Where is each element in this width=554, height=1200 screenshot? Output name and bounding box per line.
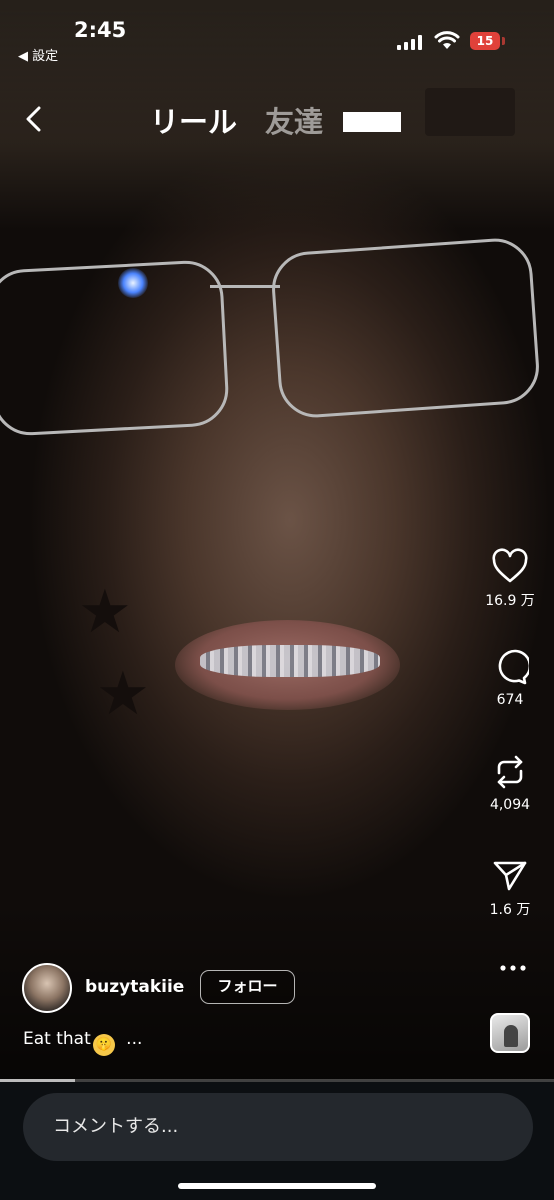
send-paper-plane-icon [493,861,527,891]
share-count: 1.6 万 [489,902,531,918]
redacted-tab [343,112,401,132]
author-username[interactable]: buzytakiie [85,977,184,997]
audio-thumbnail-figure [504,1025,518,1047]
follow-button[interactable]: フォロー [200,970,295,1004]
home-indicator [178,1183,376,1189]
repost-button[interactable]: 4,094 [470,753,550,813]
battery-tip [502,37,505,45]
wifi-icon [434,31,460,49]
caption-more[interactable]: ... [126,1029,142,1049]
glasses-right-lens [269,236,542,420]
share-button[interactable]: 1.6 万 [470,857,550,919]
repost-count: 4,094 [489,797,531,813]
status-time: 2:45 [74,18,127,42]
star-mark: ★ [78,577,132,647]
comment-bubble-icon [498,649,529,685]
star-mark: ★ [96,659,150,729]
more-options-icon[interactable] [498,958,528,978]
tab-reels[interactable]: リール [150,99,237,141]
back-to-settings-link[interactable]: ◀ 設定 [18,45,58,64]
cellular-signal-icon [397,34,425,50]
comment-count: 674 [496,692,524,708]
repost-icon [497,755,523,789]
redacted-region [425,88,515,136]
battery-indicator: 15 [470,32,500,50]
like-button[interactable]: 16.9 万 [470,548,550,610]
back-chevron-icon[interactable] [20,102,50,136]
video-grillz [200,645,380,677]
comment-button[interactable]: 674 [470,648,550,708]
glasses-bridge [210,285,280,288]
tab-friends[interactable]: 友達 [265,99,323,141]
author-avatar[interactable] [22,963,72,1013]
heart-icon [492,548,528,583]
lens-glare [118,268,148,298]
caption-text: Eat that [23,1029,91,1049]
reel-caption[interactable]: Eat that 🤫 ... [23,1029,142,1056]
shushing-face-emoji: 🤫 [92,1034,115,1056]
audio-track-thumbnail[interactable] [490,1013,530,1053]
like-count: 16.9 万 [485,593,535,609]
glasses-left-lens [0,258,231,438]
comment-input[interactable]: コメントする... [23,1093,533,1161]
